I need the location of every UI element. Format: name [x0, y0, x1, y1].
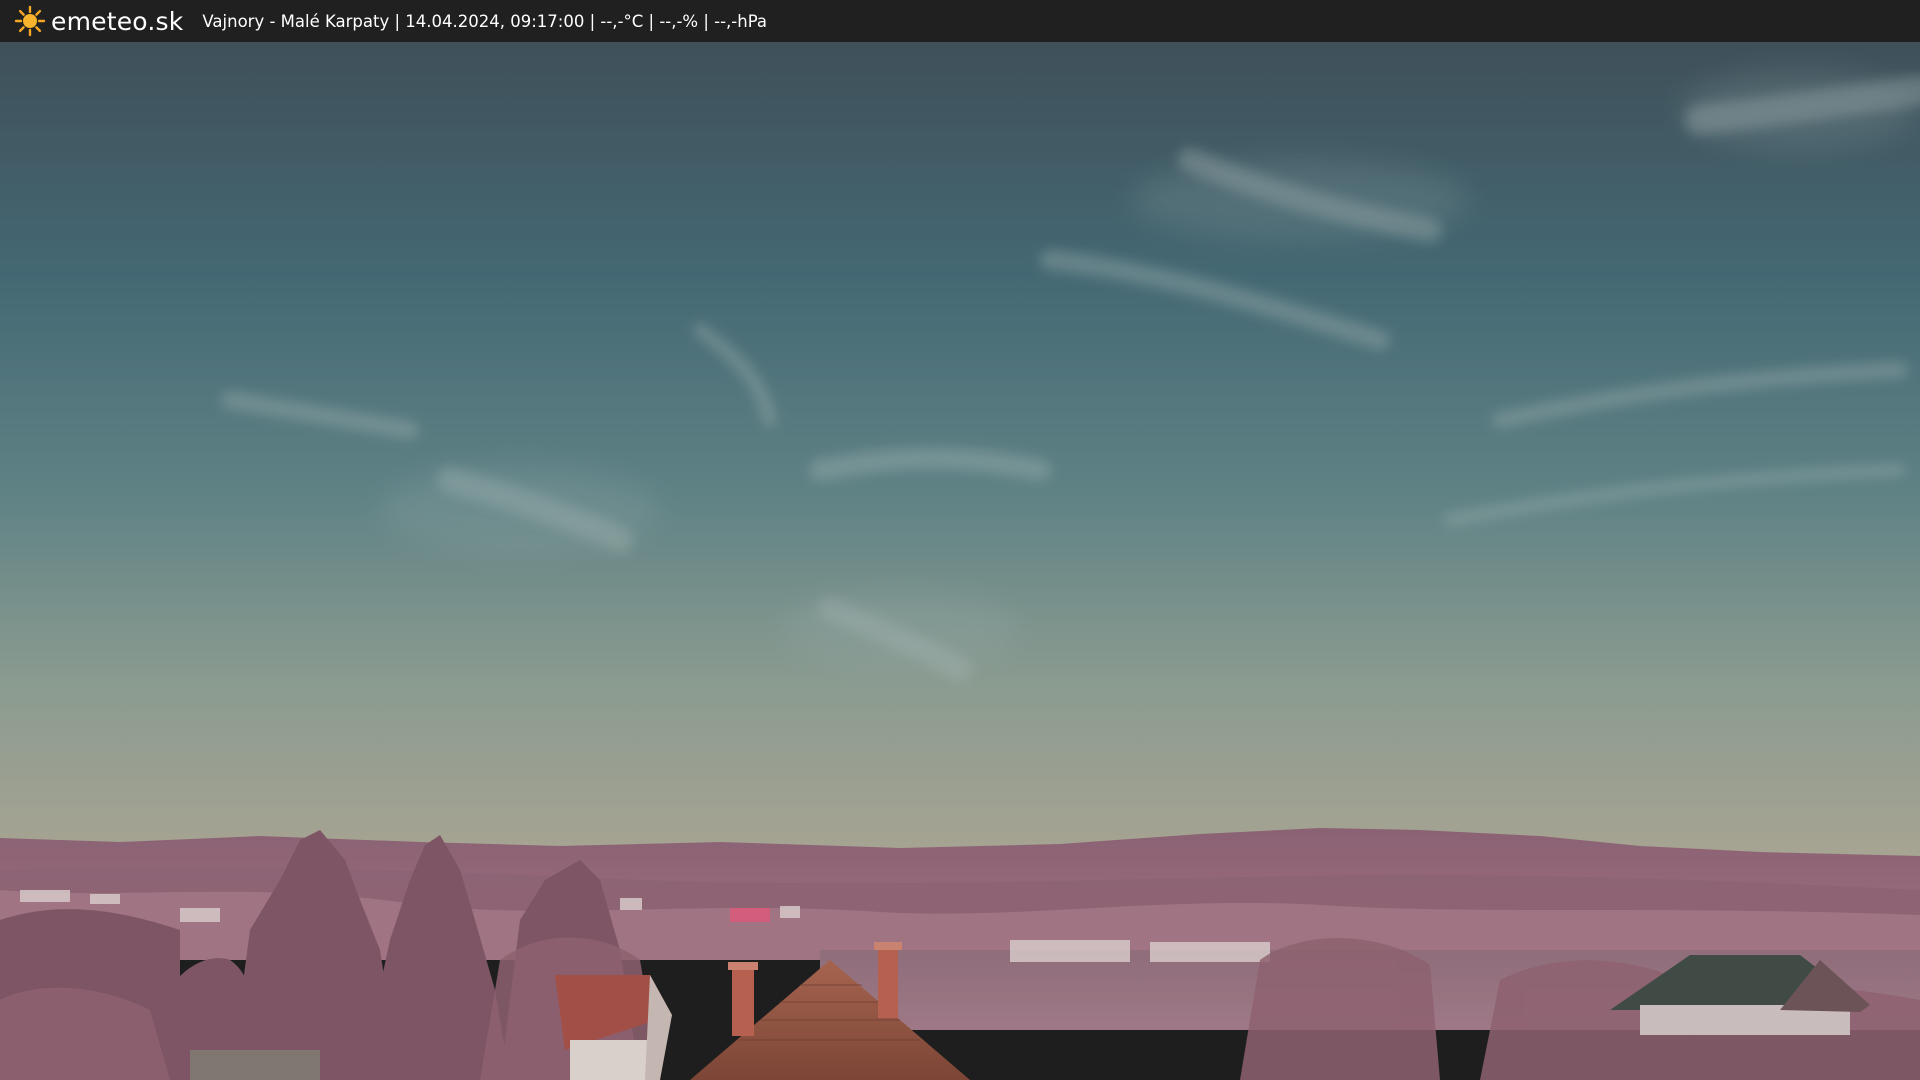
logo-text: emeteo.sk	[51, 6, 184, 36]
site-logo-link[interactable]: emeteo.sk	[14, 0, 183, 42]
webcam-image	[0, 42, 1920, 1080]
webcam-header-bar: emeteo.sk Vajnory - Malé Karpaty | 14.04…	[0, 0, 1920, 42]
sun-icon	[14, 5, 46, 37]
webcam-caption: Vajnory - Malé Karpaty | 14.04.2024, 09:…	[202, 11, 768, 31]
